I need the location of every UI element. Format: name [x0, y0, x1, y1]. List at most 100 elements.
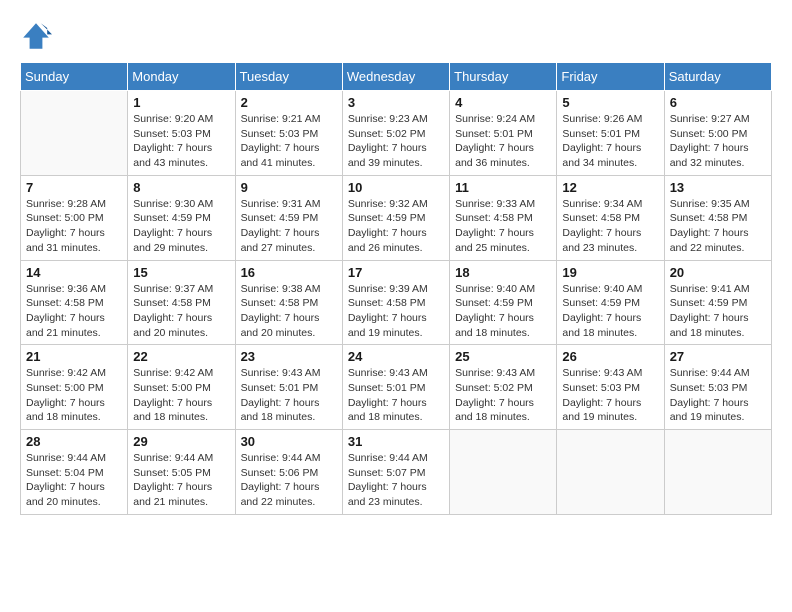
- calendar-week-5: 28 Sunrise: 9:44 AM Sunset: 5:04 PM Dayli…: [21, 430, 772, 515]
- day-info: Sunrise: 9:44 AM Sunset: 5:04 PM Dayligh…: [26, 451, 122, 510]
- day-info: Sunrise: 9:33 AM Sunset: 4:58 PM Dayligh…: [455, 197, 551, 256]
- day-number: 3: [348, 95, 444, 110]
- page-header: [20, 20, 772, 52]
- calendar-week-3: 14 Sunrise: 9:36 AM Sunset: 4:58 PM Dayli…: [21, 260, 772, 345]
- day-info: Sunrise: 9:44 AM Sunset: 5:05 PM Dayligh…: [133, 451, 229, 510]
- day-number: 15: [133, 265, 229, 280]
- day-number: 18: [455, 265, 551, 280]
- day-number: 5: [562, 95, 658, 110]
- day-info: Sunrise: 9:20 AM Sunset: 5:03 PM Dayligh…: [133, 112, 229, 171]
- day-info: Sunrise: 9:42 AM Sunset: 5:00 PM Dayligh…: [133, 366, 229, 425]
- day-info: Sunrise: 9:35 AM Sunset: 4:58 PM Dayligh…: [670, 197, 766, 256]
- calendar-cell: 9 Sunrise: 9:31 AM Sunset: 4:59 PM Daylig…: [235, 175, 342, 260]
- calendar-cell: [664, 430, 771, 515]
- calendar-cell: 5 Sunrise: 9:26 AM Sunset: 5:01 PM Daylig…: [557, 91, 664, 176]
- day-info: Sunrise: 9:28 AM Sunset: 5:00 PM Dayligh…: [26, 197, 122, 256]
- day-info: Sunrise: 9:24 AM Sunset: 5:01 PM Dayligh…: [455, 112, 551, 171]
- day-info: Sunrise: 9:31 AM Sunset: 4:59 PM Dayligh…: [241, 197, 337, 256]
- day-number: 11: [455, 180, 551, 195]
- weekday-header-monday: Monday: [128, 63, 235, 91]
- day-number: 30: [241, 434, 337, 449]
- day-number: 9: [241, 180, 337, 195]
- day-info: Sunrise: 9:44 AM Sunset: 5:06 PM Dayligh…: [241, 451, 337, 510]
- weekday-header-saturday: Saturday: [664, 63, 771, 91]
- calendar-cell: 26 Sunrise: 9:43 AM Sunset: 5:03 PM Dayli…: [557, 345, 664, 430]
- day-info: Sunrise: 9:32 AM Sunset: 4:59 PM Dayligh…: [348, 197, 444, 256]
- calendar-cell: [21, 91, 128, 176]
- calendar-week-4: 21 Sunrise: 9:42 AM Sunset: 5:00 PM Dayli…: [21, 345, 772, 430]
- weekday-header-friday: Friday: [557, 63, 664, 91]
- calendar-header-row: SundayMondayTuesdayWednesdayThursdayFrid…: [21, 63, 772, 91]
- day-info: Sunrise: 9:30 AM Sunset: 4:59 PM Dayligh…: [133, 197, 229, 256]
- calendar-cell: 16 Sunrise: 9:38 AM Sunset: 4:58 PM Dayli…: [235, 260, 342, 345]
- calendar-cell: 6 Sunrise: 9:27 AM Sunset: 5:00 PM Daylig…: [664, 91, 771, 176]
- calendar-cell: 12 Sunrise: 9:34 AM Sunset: 4:58 PM Dayli…: [557, 175, 664, 260]
- calendar-table: SundayMondayTuesdayWednesdayThursdayFrid…: [20, 62, 772, 515]
- day-number: 7: [26, 180, 122, 195]
- day-info: Sunrise: 9:38 AM Sunset: 4:58 PM Dayligh…: [241, 282, 337, 341]
- day-info: Sunrise: 9:26 AM Sunset: 5:01 PM Dayligh…: [562, 112, 658, 171]
- day-number: 22: [133, 349, 229, 364]
- calendar-cell: 25Sunrise: 9:43 AM Sunset: 5:02 PM Dayli…: [450, 345, 557, 430]
- day-number: 23: [241, 349, 337, 364]
- calendar-cell: [450, 430, 557, 515]
- day-number: 12: [562, 180, 658, 195]
- calendar-cell: 10 Sunrise: 9:32 AM Sunset: 4:59 PM Dayli…: [342, 175, 449, 260]
- calendar-cell: 14 Sunrise: 9:36 AM Sunset: 4:58 PM Dayli…: [21, 260, 128, 345]
- logo-icon: [20, 20, 52, 52]
- day-info: Sunrise: 9:44 AM Sunset: 5:03 PM Dayligh…: [670, 366, 766, 425]
- calendar-cell: 20 Sunrise: 9:41 AM Sunset: 4:59 PM Dayli…: [664, 260, 771, 345]
- calendar-cell: 23 Sunrise: 9:43 AM Sunset: 5:01 PM Dayli…: [235, 345, 342, 430]
- day-info: Sunrise: 9:37 AM Sunset: 4:58 PM Dayligh…: [133, 282, 229, 341]
- day-number: 16: [241, 265, 337, 280]
- weekday-header-sunday: Sunday: [21, 63, 128, 91]
- weekday-header-tuesday: Tuesday: [235, 63, 342, 91]
- calendar-cell: 13 Sunrise: 9:35 AM Sunset: 4:58 PM Dayli…: [664, 175, 771, 260]
- calendar-cell: 2Sunrise: 9:21 AM Sunset: 5:03 PM Daylig…: [235, 91, 342, 176]
- day-number: 14: [26, 265, 122, 280]
- calendar-cell: 27 Sunrise: 9:44 AM Sunset: 5:03 PM Dayli…: [664, 345, 771, 430]
- day-info: Sunrise: 9:43 AM Sunset: 5:01 PM Dayligh…: [241, 366, 337, 425]
- day-number: 17: [348, 265, 444, 280]
- day-number: 27: [670, 349, 766, 364]
- day-number: 31: [348, 434, 444, 449]
- calendar-cell: 15 Sunrise: 9:37 AM Sunset: 4:58 PM Dayli…: [128, 260, 235, 345]
- calendar-cell: 3 Sunrise: 9:23 AM Sunset: 5:02 PM Daylig…: [342, 91, 449, 176]
- day-info: Sunrise: 9:43 AM Sunset: 5:03 PM Dayligh…: [562, 366, 658, 425]
- calendar-cell: 24Sunrise: 9:43 AM Sunset: 5:01 PM Dayli…: [342, 345, 449, 430]
- calendar-cell: 30 Sunrise: 9:44 AM Sunset: 5:06 PM Dayli…: [235, 430, 342, 515]
- calendar-cell: 19 Sunrise: 9:40 AM Sunset: 4:59 PM Dayli…: [557, 260, 664, 345]
- day-info: Sunrise: 9:41 AM Sunset: 4:59 PM Dayligh…: [670, 282, 766, 341]
- day-number: 21: [26, 349, 122, 364]
- logo: [20, 20, 56, 52]
- day-number: 26: [562, 349, 658, 364]
- day-number: 2: [241, 95, 337, 110]
- day-number: 10: [348, 180, 444, 195]
- day-info: Sunrise: 9:40 AM Sunset: 4:59 PM Dayligh…: [562, 282, 658, 341]
- day-number: 8: [133, 180, 229, 195]
- day-number: 1: [133, 95, 229, 110]
- day-number: 20: [670, 265, 766, 280]
- day-info: Sunrise: 9:23 AM Sunset: 5:02 PM Dayligh…: [348, 112, 444, 171]
- day-number: 13: [670, 180, 766, 195]
- day-info: Sunrise: 9:44 AM Sunset: 5:07 PM Dayligh…: [348, 451, 444, 510]
- day-number: 29: [133, 434, 229, 449]
- calendar-cell: 7 Sunrise: 9:28 AM Sunset: 5:00 PM Daylig…: [21, 175, 128, 260]
- calendar-week-2: 7 Sunrise: 9:28 AM Sunset: 5:00 PM Daylig…: [21, 175, 772, 260]
- calendar-cell: 1 Sunrise: 9:20 AM Sunset: 5:03 PM Daylig…: [128, 91, 235, 176]
- calendar-week-1: 1 Sunrise: 9:20 AM Sunset: 5:03 PM Daylig…: [21, 91, 772, 176]
- day-number: 28: [26, 434, 122, 449]
- day-info: Sunrise: 9:34 AM Sunset: 4:58 PM Dayligh…: [562, 197, 658, 256]
- calendar-cell: 18Sunrise: 9:40 AM Sunset: 4:59 PM Dayli…: [450, 260, 557, 345]
- calendar-cell: 11 Sunrise: 9:33 AM Sunset: 4:58 PM Dayli…: [450, 175, 557, 260]
- calendar-cell: 22 Sunrise: 9:42 AM Sunset: 5:00 PM Dayli…: [128, 345, 235, 430]
- calendar-cell: 17Sunrise: 9:39 AM Sunset: 4:58 PM Dayli…: [342, 260, 449, 345]
- calendar-cell: 29 Sunrise: 9:44 AM Sunset: 5:05 PM Dayli…: [128, 430, 235, 515]
- day-number: 6: [670, 95, 766, 110]
- day-number: 4: [455, 95, 551, 110]
- day-info: Sunrise: 9:36 AM Sunset: 4:58 PM Dayligh…: [26, 282, 122, 341]
- calendar-cell: 21Sunrise: 9:42 AM Sunset: 5:00 PM Dayli…: [21, 345, 128, 430]
- calendar-cell: 8 Sunrise: 9:30 AM Sunset: 4:59 PM Daylig…: [128, 175, 235, 260]
- day-number: 19: [562, 265, 658, 280]
- day-info: Sunrise: 9:27 AM Sunset: 5:00 PM Dayligh…: [670, 112, 766, 171]
